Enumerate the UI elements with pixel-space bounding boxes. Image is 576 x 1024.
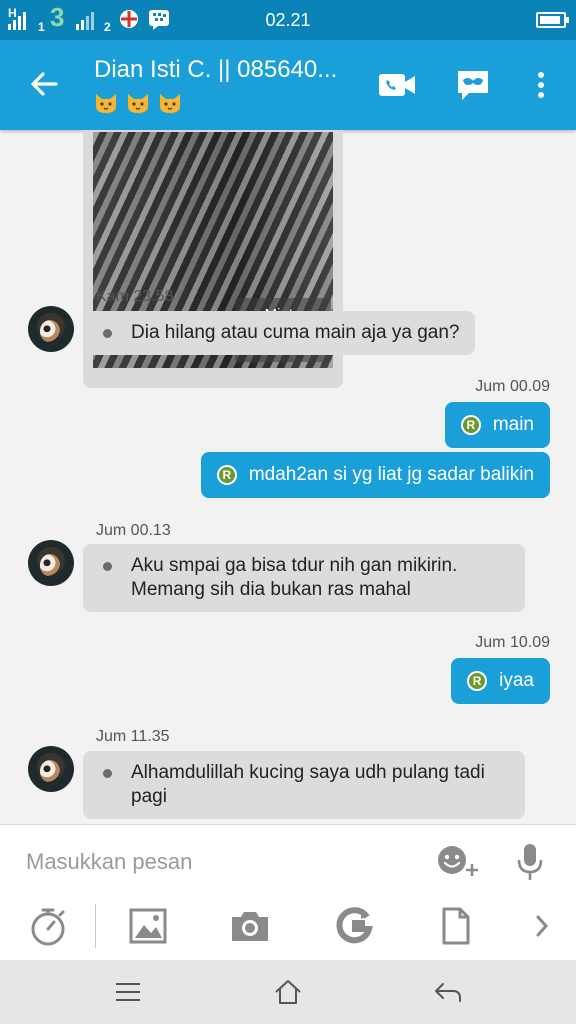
system-navigation-bar xyxy=(0,960,576,1024)
message-text: main xyxy=(492,414,534,435)
clock: 02.21 xyxy=(265,10,311,30)
more-vert-icon xyxy=(538,72,544,98)
back-button[interactable] xyxy=(428,974,468,1010)
menu-icon xyxy=(116,983,140,1001)
home-icon xyxy=(275,980,301,1004)
outgoing-message[interactable]: R main xyxy=(444,402,550,448)
message-list[interactable]: Minta HD Kam 23.58 Dia hilang atau cuma … xyxy=(0,130,576,824)
message-timestamp: Jum 11.35 xyxy=(96,728,170,745)
contact-status-emojis xyxy=(94,92,182,114)
timed-message-button[interactable] xyxy=(26,904,70,948)
message-text-line: Memang sih dia bukan ras mahal xyxy=(131,579,411,600)
gallery-button[interactable] xyxy=(126,904,170,948)
unread-dot xyxy=(103,329,112,338)
read-receipt-icon: R xyxy=(460,415,481,435)
microphone-icon xyxy=(517,844,543,880)
location-share-button[interactable] xyxy=(332,904,376,948)
voice-note-button[interactable] xyxy=(508,841,552,883)
message-timestamp: Jum 00.13 xyxy=(96,522,171,539)
message-text: mdah2an si yg liat jg sadar balikin xyxy=(248,464,534,485)
status-bar: H 1 3 2 02.21 xyxy=(0,0,576,40)
contact-avatar[interactable] xyxy=(28,540,74,586)
composer xyxy=(0,824,576,896)
message-timestamp: Jum 10.09 xyxy=(475,634,550,651)
gallery-icon xyxy=(129,908,167,944)
voice-chat-button[interactable] xyxy=(452,64,494,106)
read-receipt-icon: R xyxy=(467,671,488,691)
message-text-line: Alhamdulillah kucing saya udh pulang tad… xyxy=(131,762,485,783)
message-text-line: pagi xyxy=(131,786,167,807)
video-call-button[interactable] xyxy=(376,64,418,106)
back-arrow-icon[interactable] xyxy=(26,66,62,102)
contact-name[interactable]: Dian Isti C. || 085640... xyxy=(94,56,337,84)
read-receipt-icon: R xyxy=(216,465,237,485)
camera-icon xyxy=(232,912,268,941)
stopwatch-icon xyxy=(31,908,65,946)
glympse-icon xyxy=(336,907,373,944)
cat-emoji-icon xyxy=(96,94,116,113)
overflow-menu-button[interactable] xyxy=(520,64,562,106)
video-call-icon xyxy=(379,74,415,96)
file-button[interactable] xyxy=(434,904,478,948)
message-timestamp: Jum 00.09 xyxy=(475,378,550,395)
toolbar-divider xyxy=(95,904,96,948)
emoji-add-icon xyxy=(438,846,478,876)
unread-dot xyxy=(103,562,112,571)
attachment-toolbar xyxy=(0,896,576,960)
more-attachments-button[interactable] xyxy=(520,904,564,948)
incoming-message[interactable]: Aku smpai ga bisa tdur nih gan mikirin. … xyxy=(83,544,525,612)
chat-header: Dian Isti C. || 085640... xyxy=(0,40,576,130)
battery-icon xyxy=(536,12,569,28)
contact-avatar[interactable] xyxy=(28,306,74,352)
file-icon xyxy=(442,907,470,945)
message-text-line: Aku smpai ga bisa tdur nih gan mikirin. xyxy=(131,555,458,576)
unread-dot xyxy=(103,769,112,778)
outgoing-message[interactable]: R mdah2an si yg liat jg sadar balikin xyxy=(200,452,550,498)
camera-button[interactable] xyxy=(228,904,272,948)
contact-avatar[interactable] xyxy=(28,746,74,792)
home-button[interactable] xyxy=(268,974,308,1010)
incoming-message[interactable]: Dia hilang atau cuma main aja ya gan? xyxy=(83,311,476,355)
menu-button[interactable] xyxy=(108,974,148,1010)
message-text: iyaa xyxy=(499,670,534,691)
chevron-right-icon xyxy=(536,915,549,937)
cat-emoji-icon xyxy=(128,94,148,113)
back-icon xyxy=(435,983,461,1002)
message-input[interactable] xyxy=(26,845,406,879)
chat-mask-icon xyxy=(458,71,488,100)
message-text: Dia hilang atau cuma main aja ya gan? xyxy=(131,322,460,343)
message-timestamp: Kam 23.58 xyxy=(96,288,174,305)
incoming-message[interactable]: Alhamdulillah kucing saya udh pulang tad… xyxy=(83,751,525,819)
outgoing-message[interactable]: R iyaa xyxy=(451,658,550,704)
emoji-button[interactable] xyxy=(436,841,480,883)
cat-emoji-icon xyxy=(160,94,180,113)
